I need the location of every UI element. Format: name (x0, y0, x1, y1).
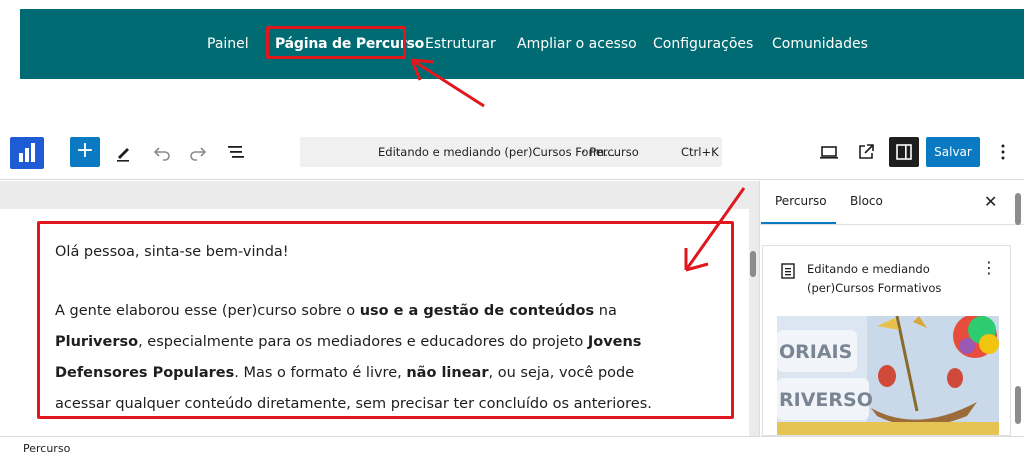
close-icon[interactable]: ✕ (984, 192, 997, 211)
active-tab-indicator (761, 222, 836, 224)
add-block-button[interactable]: + (70, 137, 100, 167)
document-type: · Percurso (582, 145, 639, 159)
external-link-icon[interactable] (854, 140, 878, 164)
nav-item-ampliar-o-acesso[interactable]: Ampliar o acesso (517, 35, 637, 53)
card-title: Editando e mediando (per)Cursos Formativ… (807, 262, 942, 295)
document-card: Editando e mediando (per)Cursos Formativ… (762, 245, 1011, 436)
annotation-highlight-content (37, 221, 734, 419)
editor-screen: Painel Página de Percurso Estruturar Amp… (0, 0, 1024, 458)
settings-sidebar: Percurso Bloco ✕ Editando e mediando (pe… (759, 181, 1024, 436)
featured-image[interactable]: ORIAIS RIVERSO (777, 316, 999, 435)
sidebar-toggle-icon (896, 144, 912, 160)
nav-item-painel[interactable]: Painel (207, 35, 249, 53)
editor-footer: Percurso (0, 436, 1024, 458)
top-navigation-bar: Painel Página de Percurso Estruturar Amp… (20, 9, 1024, 79)
add-block-icon: + (75, 138, 95, 163)
undo-icon[interactable] (150, 140, 174, 164)
sidebar-scrollbar[interactable] (1015, 193, 1021, 225)
command-palette-bar[interactable]: Editando e mediando (per)Cursos Form... … (300, 137, 722, 167)
breadcrumb[interactable]: Percurso (23, 442, 70, 455)
document-title: Editando e mediando (per)Cursos Form... (378, 145, 616, 159)
canvas-scrollbar[interactable] (750, 251, 756, 277)
nav-item-configuracoes[interactable]: Configurações (653, 35, 753, 53)
sidebar-scrollbar-lower[interactable] (1015, 386, 1021, 424)
site-logo-icon[interactable] (10, 137, 44, 169)
save-button[interactable]: Salvar (926, 137, 980, 167)
tab-percurso[interactable]: Percurso (775, 194, 827, 208)
nav-item-estruturar[interactable]: Estruturar (425, 35, 496, 53)
sidebar-tabs: Percurso Bloco ✕ (760, 181, 1024, 225)
shortcut-hint: Ctrl+K (681, 145, 719, 159)
tab-bloco[interactable]: Bloco (850, 194, 883, 208)
redo-icon[interactable] (186, 140, 210, 164)
more-options-icon[interactable] (991, 140, 1015, 164)
sidebar-toggle-button[interactable] (889, 137, 919, 167)
annotation-highlight-nav (266, 26, 406, 59)
svg-text:RIVERSO: RIVERSO (779, 389, 873, 411)
view-desktop-icon[interactable] (817, 140, 841, 164)
pen-tool-icon[interactable] (112, 140, 136, 164)
document-overview-icon[interactable] (224, 140, 248, 164)
card-more-options-icon[interactable]: ⋮ (981, 258, 997, 277)
svg-text:ORIAIS: ORIAIS (779, 341, 852, 363)
document-icon (781, 263, 795, 279)
nav-item-comunidades[interactable]: Comunidades (772, 35, 868, 53)
